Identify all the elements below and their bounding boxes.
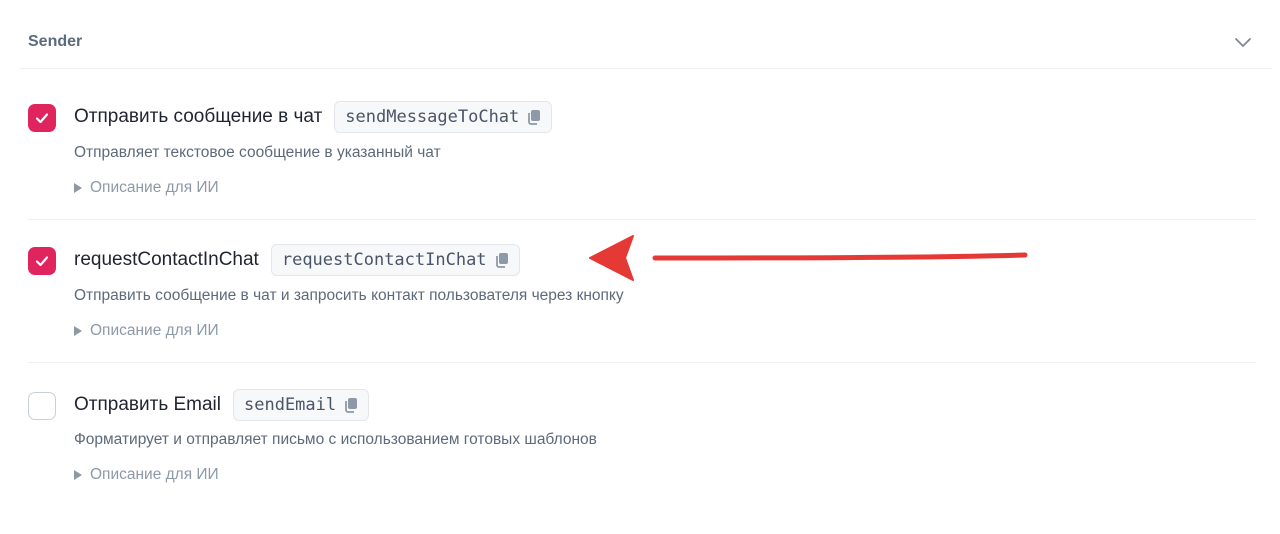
method-title-row: Отправить сообщение в чат sendMessageToC… xyxy=(74,101,553,133)
ai-description-toggle[interactable]: Описание для ИИ xyxy=(74,322,219,340)
copy-icon[interactable] xyxy=(495,252,509,268)
method-code: sendMessageToChat xyxy=(345,107,520,127)
chevron-down-icon[interactable] xyxy=(1230,30,1256,56)
method-title: requestContactInChat xyxy=(74,249,259,270)
method-code-chip[interactable]: sendEmail xyxy=(233,389,370,421)
method-checkbox[interactable] xyxy=(28,104,56,132)
method-item-send-email: Отправить Email sendEmail Форматирует и … xyxy=(28,389,1256,499)
method-code-chip[interactable]: sendMessageToChat xyxy=(334,101,553,133)
divider xyxy=(28,362,1256,363)
copy-icon[interactable] xyxy=(527,109,541,125)
ai-description-label: Описание для ИИ xyxy=(90,322,219,339)
method-code-chip[interactable]: requestContactInChat xyxy=(270,244,520,276)
ai-description-label: Описание для ИИ xyxy=(90,466,219,483)
method-title: Отправить сообщение в чат xyxy=(74,106,323,127)
section-title: Sender xyxy=(28,33,83,50)
method-description: Отправляет текстовое сообщение в указанн… xyxy=(74,144,441,161)
method-title-row: requestContactInChat requestContactInCha… xyxy=(74,244,520,276)
method-title-row: Отправить Email sendEmail xyxy=(74,389,370,421)
method-item-send-message: Отправить сообщение в чат sendMessageToC… xyxy=(28,100,1256,210)
method-checkbox[interactable] xyxy=(28,392,56,420)
method-description: Отправить сообщение в чат и запросить ко… xyxy=(74,287,624,304)
divider xyxy=(28,219,1256,220)
method-checkbox[interactable] xyxy=(28,247,56,275)
method-description: Форматирует и отправляет письмо с исполь… xyxy=(74,431,597,448)
triangle-right-icon xyxy=(74,326,82,336)
method-code: requestContactInChat xyxy=(281,250,487,270)
checkmark-icon xyxy=(35,113,49,124)
method-title: Отправить Email xyxy=(74,394,221,415)
triangle-right-icon xyxy=(74,470,82,480)
copy-icon[interactable] xyxy=(344,397,358,413)
ai-description-label: Описание для ИИ xyxy=(90,179,219,196)
ai-description-toggle[interactable]: Описание для ИИ xyxy=(74,179,219,197)
triangle-right-icon xyxy=(74,183,82,193)
checkmark-icon xyxy=(35,256,49,267)
section-header[interactable]: Sender xyxy=(20,0,1272,69)
annotation-arrow xyxy=(589,235,1028,281)
ai-description-toggle[interactable]: Описание для ИИ xyxy=(74,466,219,484)
method-code: sendEmail xyxy=(244,395,337,415)
